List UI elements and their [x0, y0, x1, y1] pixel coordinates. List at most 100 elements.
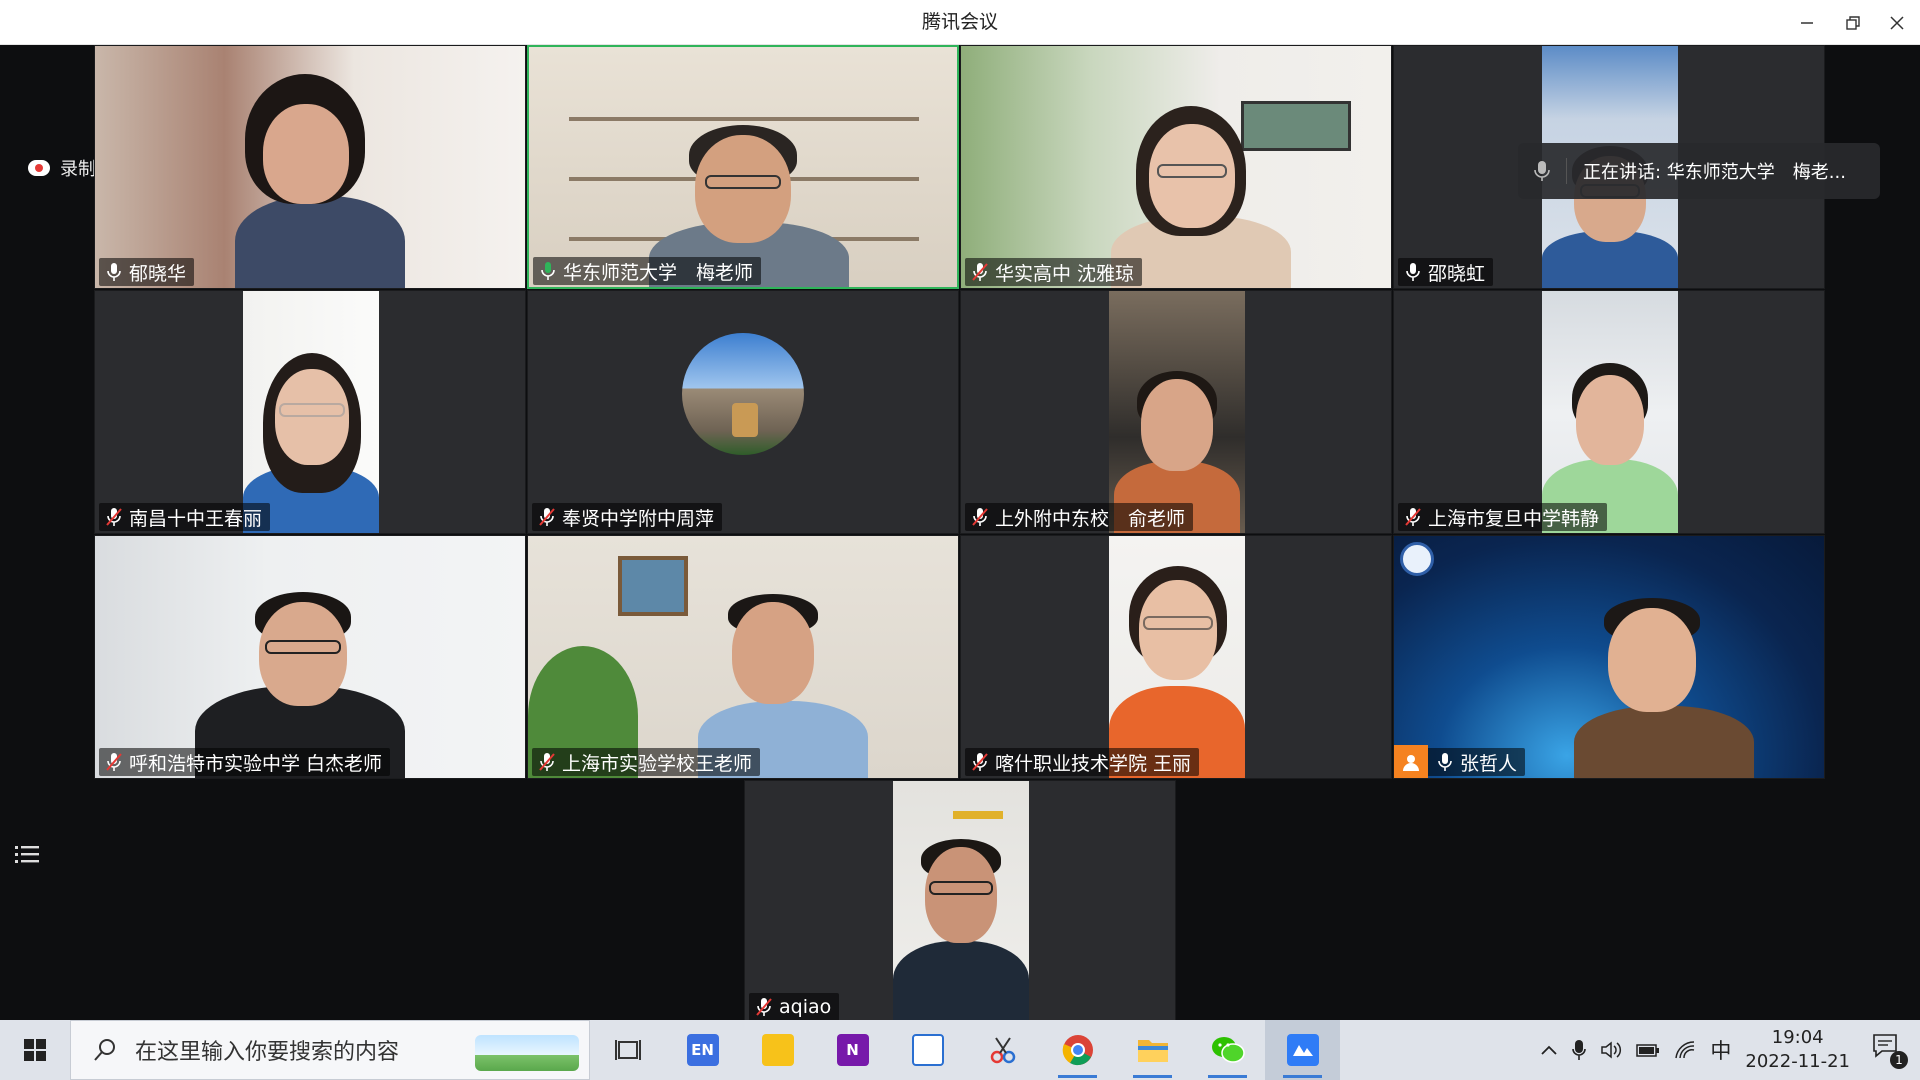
mic-muted-icon: [539, 753, 555, 771]
speaking-label: 正在讲话: 华东师范大学 梅老...: [1583, 162, 1846, 183]
wechat-icon: [1211, 1037, 1245, 1063]
scissors-icon: [990, 1037, 1015, 1064]
minimize-icon: [1801, 21, 1813, 24]
window-title: 腾讯会议: [921, 11, 998, 33]
participant-video: [95, 536, 525, 778]
video-tile[interactable]: 上海市复旦中学韩静: [1393, 290, 1825, 534]
participant-name: 上海市实验学校王老师: [562, 752, 753, 775]
participant-video: [1109, 536, 1245, 778]
system-tray: 中 19:04 2022-11-21 1: [1540, 1020, 1920, 1080]
participant-name: 上外附中东校 俞老师: [995, 507, 1186, 530]
video-tile[interactable]: aqiao: [744, 780, 1176, 1024]
taskbar: 在这里输入你要搜索的内容 EN N 中 19:04 2022-11-21 1: [0, 1020, 1920, 1080]
participant-name-tag: 上海市复旦中学韩静: [1398, 503, 1608, 531]
video-tile[interactable]: 上海市实验学校王老师: [527, 535, 959, 779]
mic-muted-icon: [972, 263, 988, 281]
wifi-icon[interactable]: [1674, 1040, 1696, 1060]
participant-name: 呼和浩特市实验中学 白杰老师: [129, 752, 383, 775]
participant-name-tag: 张哲人: [1394, 745, 1526, 778]
video-tile[interactable]: 华实高中 沈雅琼: [960, 45, 1392, 289]
video-tile-active-speaker[interactable]: 华东师范大学 梅老师: [527, 45, 959, 289]
video-tile[interactable]: 南昌十中王春丽: [94, 290, 526, 534]
participant-name: 奉贤中学附中周萍: [562, 507, 715, 530]
participant-list-button[interactable]: [12, 840, 42, 870]
volume-icon[interactable]: [1600, 1040, 1622, 1060]
participant-video: [1394, 536, 1824, 778]
sticky-notes-icon: [761, 1034, 794, 1066]
mic-muted-icon: [106, 508, 122, 526]
participant-name: 郁晓华: [129, 262, 187, 285]
notification-center-button[interactable]: 1: [1872, 1033, 1908, 1069]
taskbar-app-chrome[interactable]: [1040, 1020, 1115, 1080]
en-dictionary-icon: EN: [686, 1034, 719, 1066]
participant-video: [243, 291, 379, 533]
participant-name-tag: 上海市实验学校王老师: [532, 748, 761, 776]
close-button[interactable]: [1874, 0, 1920, 45]
minimize-button[interactable]: [1784, 0, 1830, 45]
participant-name: 南昌十中王春丽: [129, 507, 263, 530]
title-bar: 腾讯会议: [0, 0, 1920, 45]
taskbar-app-tencent-meeting[interactable]: [1265, 1020, 1340, 1080]
ime-indicator[interactable]: 中: [1710, 1035, 1731, 1065]
search-highlight-image: [475, 1035, 579, 1071]
video-tile-camera-off[interactable]: 奉贤中学附中周萍: [527, 290, 959, 534]
mic-muted-icon: [972, 508, 988, 526]
participant-name: 喀什职业技术学院 王丽: [995, 752, 1192, 775]
participant-name-tag: 奉贤中学附中周萍: [532, 503, 723, 531]
participant-name: aqiao: [779, 996, 832, 1018]
microphone-icon[interactable]: [1572, 1039, 1587, 1061]
list-icon: [15, 846, 39, 863]
participant-name-tag: 南昌十中王春丽: [99, 503, 271, 531]
participant-video: [893, 781, 1029, 1023]
taskbar-app-whiteboard[interactable]: [890, 1020, 965, 1080]
participant-name-tag: 呼和浩特市实验中学 白杰老师: [99, 748, 391, 776]
task-view-button[interactable]: [590, 1020, 665, 1080]
participant-video: [528, 536, 958, 778]
restore-button[interactable]: [1830, 0, 1876, 45]
search-placeholder: 在这里输入你要搜索的内容: [135, 1040, 400, 1065]
host-badge-icon: [1394, 745, 1428, 778]
participant-name-tag: 上外附中东校 俞老师: [965, 503, 1194, 531]
participant-name-tag: 喀什职业技术学院 王丽: [965, 748, 1200, 776]
start-button[interactable]: [0, 1020, 70, 1080]
taskbar-search[interactable]: 在这里输入你要搜索的内容: [70, 1020, 590, 1080]
mic-icon: [1406, 263, 1420, 281]
clock[interactable]: 19:04 2022-11-21: [1745, 1026, 1850, 1074]
participant-video: [95, 46, 525, 288]
participant-name-tag: 邵晓虹: [1398, 258, 1494, 286]
restore-icon: [1846, 15, 1860, 30]
mic-muted-icon: [106, 753, 122, 771]
mic-icon: [1534, 161, 1550, 181]
clock-time: 19:04: [1771, 1027, 1824, 1048]
taskbar-app-sticky-notes[interactable]: [740, 1020, 815, 1080]
participant-video: [1109, 291, 1245, 533]
whiteboard-icon: [911, 1034, 944, 1066]
video-tile[interactable]: 郁晓华: [94, 45, 526, 289]
taskbar-app-dictionary[interactable]: EN: [665, 1020, 740, 1080]
tencent-meeting-icon: [1286, 1034, 1319, 1066]
taskbar-app-file-explorer[interactable]: [1115, 1020, 1190, 1080]
recording-icon: [28, 160, 50, 176]
participant-name-tag: 华东师范大学 梅老师: [533, 257, 762, 285]
video-tile[interactable]: 喀什职业技术学院 王丽: [960, 535, 1392, 779]
taskbar-app-wechat[interactable]: [1190, 1020, 1265, 1080]
mic-muted-icon: [756, 998, 772, 1016]
video-tile[interactable]: 上外附中东校 俞老师: [960, 290, 1392, 534]
mic-muted-icon: [539, 508, 555, 526]
mic-icon: [1438, 753, 1452, 771]
video-tile[interactable]: 张哲人: [1393, 535, 1825, 779]
windows-icon: [24, 1039, 46, 1061]
battery-icon[interactable]: [1636, 1042, 1660, 1058]
mic-speaking-icon: [541, 262, 555, 280]
mic-muted-icon: [972, 753, 988, 771]
taskbar-app-snipping-tool[interactable]: [965, 1020, 1040, 1080]
participant-name: 华东师范大学 梅老师: [563, 261, 754, 284]
taskbar-app-onenote[interactable]: N: [815, 1020, 890, 1080]
participant-video: [1542, 291, 1678, 533]
video-tile[interactable]: 呼和浩特市实验中学 白杰老师: [94, 535, 526, 779]
chrome-icon: [1062, 1035, 1093, 1066]
chevron-up-icon[interactable]: [1540, 1044, 1558, 1056]
task-view-icon: [614, 1040, 641, 1060]
participant-avatar: [682, 333, 804, 455]
onenote-icon: N: [836, 1034, 869, 1066]
